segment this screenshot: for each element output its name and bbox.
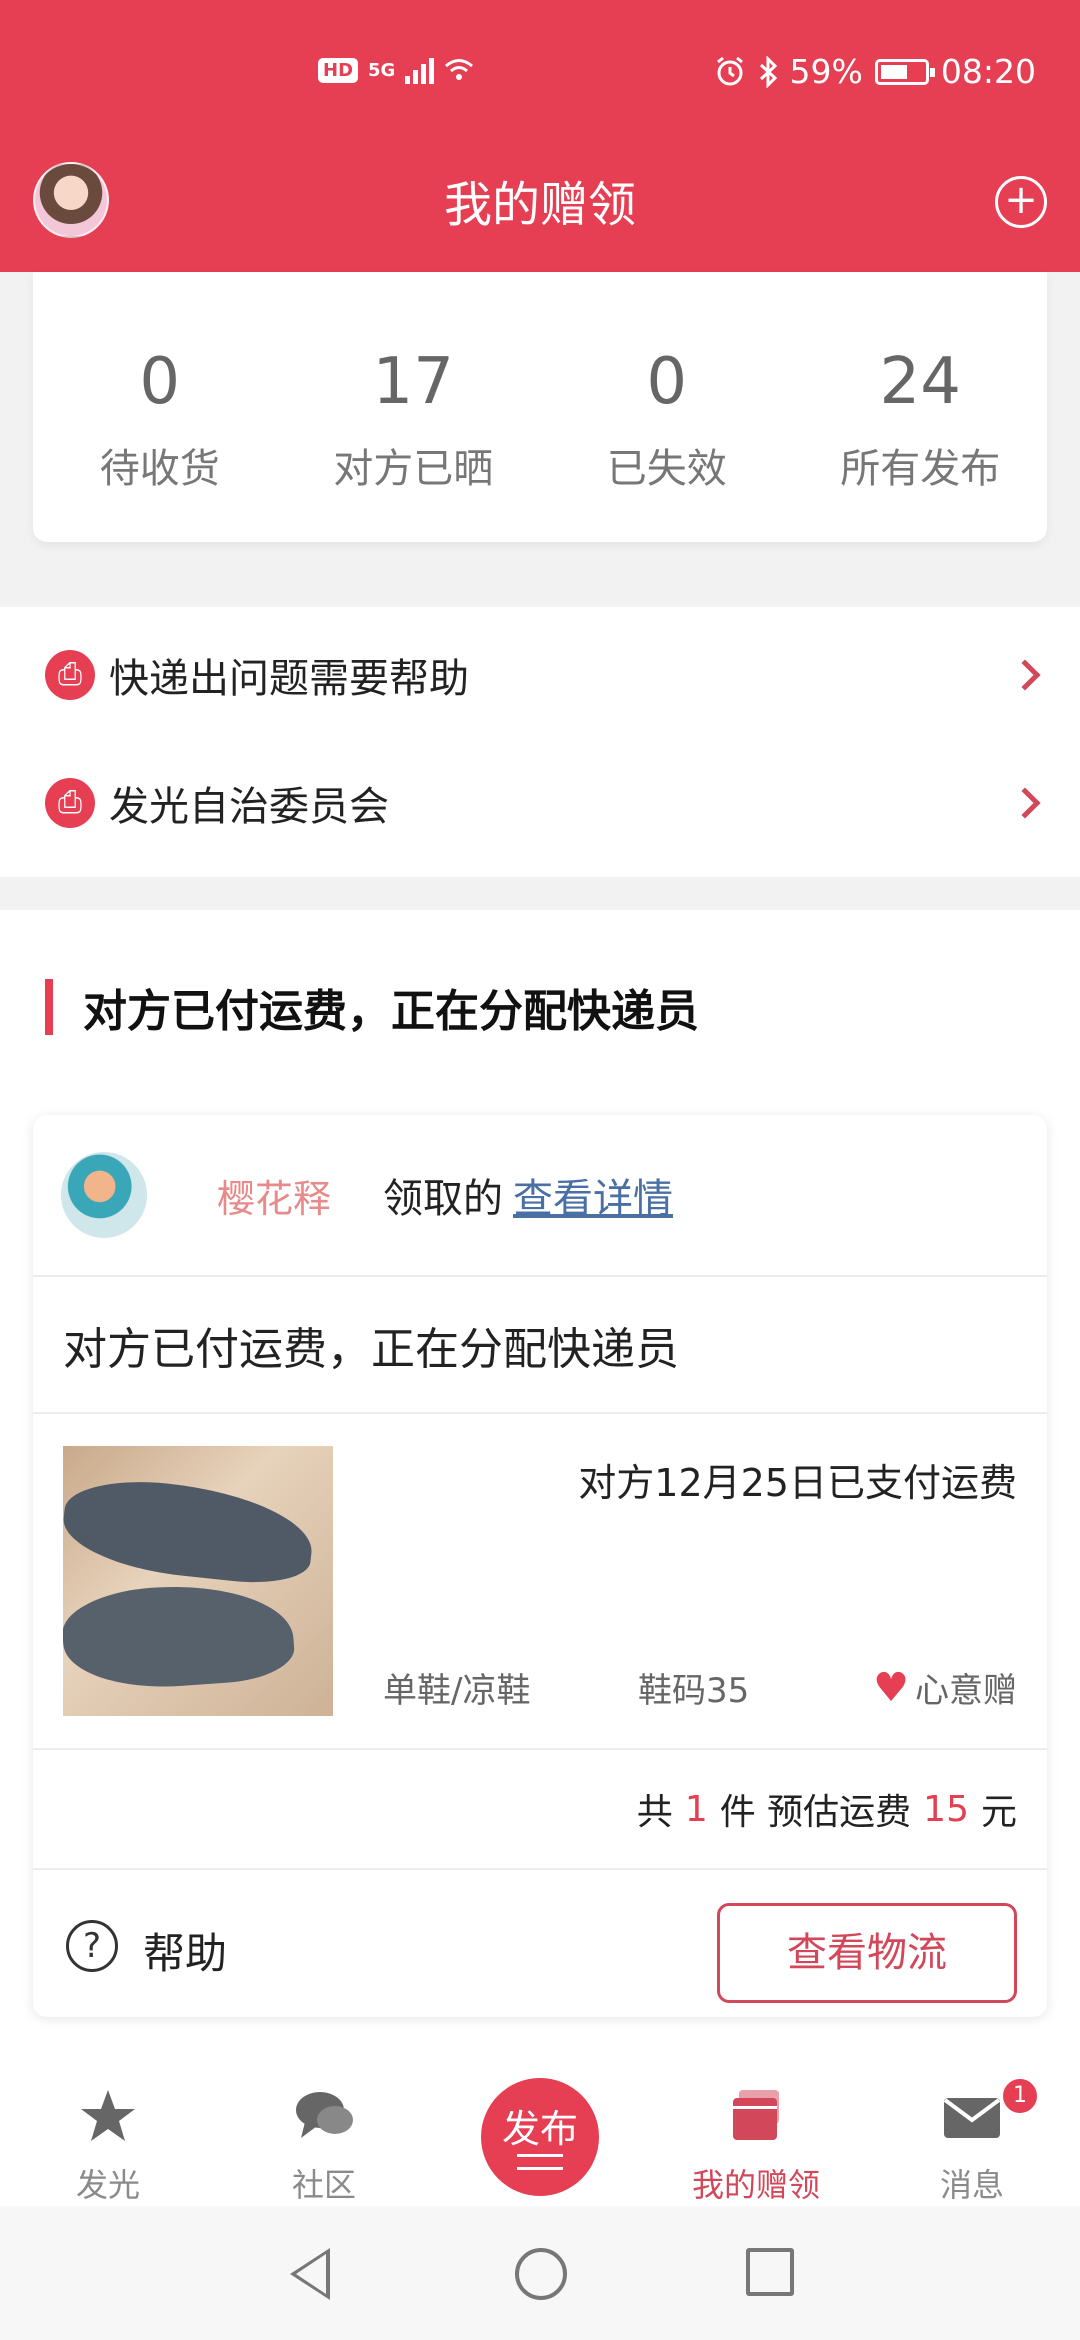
avatar[interactable] (61, 1152, 147, 1238)
summary-prefix: 共 (636, 1792, 673, 1833)
stat-all-posts[interactable]: 24 所有发布 (794, 272, 1048, 542)
battery-percent: 59% (789, 52, 863, 91)
item-category: 单鞋/凉鞋 (383, 1671, 531, 1711)
question-circle-icon[interactable]: ? (66, 1920, 118, 1972)
help-link[interactable]: 帮助 (143, 1920, 227, 1981)
page-title: 我的赠领 (443, 177, 636, 233)
tab-label: 我的赠领 (691, 2166, 820, 2204)
tab-community[interactable]: 社区 (216, 2056, 432, 2206)
stats-card: 0 待收货 17 对方已晒 0 已失效 24 所有发布 (33, 272, 1047, 542)
wifi-icon (445, 59, 474, 80)
clock: 08:20 (940, 52, 1036, 91)
plus-circle-icon: + (1004, 177, 1038, 223)
top-app-bar: HD 5G 59% 08:20 我的赠领 + (0, 0, 1080, 272)
tab-glow[interactable]: 发光 (0, 2056, 216, 2206)
summary-suffix: 元 (980, 1792, 1017, 1833)
signal-icon (405, 56, 435, 84)
stat-value: 24 (879, 345, 961, 419)
tab-my-gifts[interactable]: 我的赠领 (648, 2056, 864, 2206)
stat-label: 对方已晒 (333, 446, 494, 492)
view-details-link[interactable]: 查看详情 (513, 1166, 673, 1224)
help-desk-icon: ⎙ (45, 778, 95, 828)
menu-item-delivery-help[interactable]: ⎙ 快递出问题需要帮助 (0, 611, 1080, 739)
section-header: 对方已付运费，正在分配快递员 (45, 975, 699, 1039)
shoe-image (63, 1578, 297, 1694)
stat-value: 0 (139, 345, 181, 419)
menu-item-committee[interactable]: ⎙ 发光自治委员会 (0, 739, 1080, 867)
back-icon[interactable] (290, 2248, 330, 2300)
mail-icon (943, 2098, 1001, 2138)
claim-text: 领取的 (383, 1176, 504, 1222)
gift-type-label: 心意赠 (915, 1671, 1017, 1711)
tab-label: 发光 (75, 2166, 140, 2204)
publish-icon: 发布 (481, 2078, 599, 2196)
battery-icon (874, 58, 935, 85)
home-icon[interactable] (515, 2248, 567, 2300)
help-desk-icon: ⎙ (45, 650, 95, 700)
star-icon (81, 2090, 135, 2141)
shipping-fee: 15 (923, 1788, 969, 1830)
chat-bubbles-icon (296, 2092, 353, 2138)
stat-label: 待收货 (99, 446, 220, 492)
tab-label: 消息 (939, 2166, 1004, 2204)
network-type: 5G (368, 59, 396, 81)
bottom-navigation: 发光 社区 发布 我的赠领 1 消息 (0, 2056, 1080, 2206)
stat-label: 已失效 (606, 446, 727, 492)
help-menu: ⎙ 快递出问题需要帮助 ⎙ 发光自治委员会 (0, 607, 1080, 877)
item-count: 1 (684, 1788, 708, 1830)
item-photo[interactable] (63, 1446, 333, 1716)
shoe-image (63, 1473, 318, 1589)
recent-apps-icon[interactable] (746, 2248, 794, 2296)
status-left: HD 5G (318, 56, 474, 84)
summary-middle: 件 预估运费 (719, 1792, 912, 1833)
item-size: 鞋码35 (638, 1671, 750, 1711)
system-navigation-bar (0, 2206, 1080, 2340)
tab-label: 社区 (291, 2166, 356, 2204)
order-section: 对方已付运费，正在分配快递员 樱花释 领取的 查看详情 对方已付运费，正在分配快… (0, 910, 1080, 2056)
menu-lines-icon (517, 2154, 563, 2170)
menu-item-label: 快递出问题需要帮助 (109, 656, 469, 702)
order-status: 对方已付运费，正在分配快递员 (33, 1277, 1047, 1414)
order-item-row[interactable]: 对方12月25日已支付运费 单鞋/凉鞋 鞋码35 ♥ 心意赠 (33, 1414, 1047, 1750)
stat-label: 所有发布 (840, 446, 1001, 492)
order-summary: 共 1 件 预估运费 15 元 (33, 1750, 1047, 1870)
tab-publish[interactable]: 发布 (432, 2056, 648, 2206)
cards-icon (733, 2090, 779, 2140)
payment-status: 对方12月25日已支付运费 (578, 1461, 1017, 1505)
stat-value: 17 (372, 345, 454, 419)
bluetooth-icon (759, 55, 777, 88)
order-actions: ? 帮助 查看物流 (33, 1870, 1047, 2015)
chevron-right-icon (1009, 659, 1041, 691)
order-card: 樱花释 领取的 查看详情 对方已付运费，正在分配快递员 对方12月25日已支付运… (33, 1115, 1047, 2017)
status-bar: HD 5G 59% 08:20 (0, 48, 1080, 108)
heart-icon: ♥ (873, 1664, 909, 1711)
order-user-row: 樱花释 领取的 查看详情 (33, 1115, 1047, 1277)
unread-badge: 1 (1000, 2076, 1040, 2116)
menu-item-label: 发光自治委员会 (109, 784, 389, 830)
stat-value: 0 (646, 345, 688, 419)
chevron-right-icon (1009, 787, 1041, 819)
publish-label: 发布 (501, 2107, 578, 2151)
tab-messages[interactable]: 1 消息 (864, 2056, 1080, 2206)
section-accent-bar (45, 979, 53, 1035)
stat-pending-receipt[interactable]: 0 待收货 (33, 272, 287, 542)
alarm-icon (716, 56, 743, 85)
gift-type: ♥ 心意赠 (873, 1663, 1017, 1712)
section-title: 对方已付运费，正在分配快递员 (83, 986, 699, 1037)
status-right: 59% 08:20 (714, 52, 1036, 91)
view-logistics-button[interactable]: 查看物流 (717, 1903, 1017, 2003)
add-button[interactable]: + (995, 176, 1047, 228)
user-name[interactable]: 樱花释 (217, 1168, 331, 1223)
hd-badge: HD (318, 57, 359, 83)
stat-shown-by-receiver[interactable]: 17 对方已晒 (287, 272, 541, 542)
stat-expired[interactable]: 0 已失效 (540, 272, 794, 542)
